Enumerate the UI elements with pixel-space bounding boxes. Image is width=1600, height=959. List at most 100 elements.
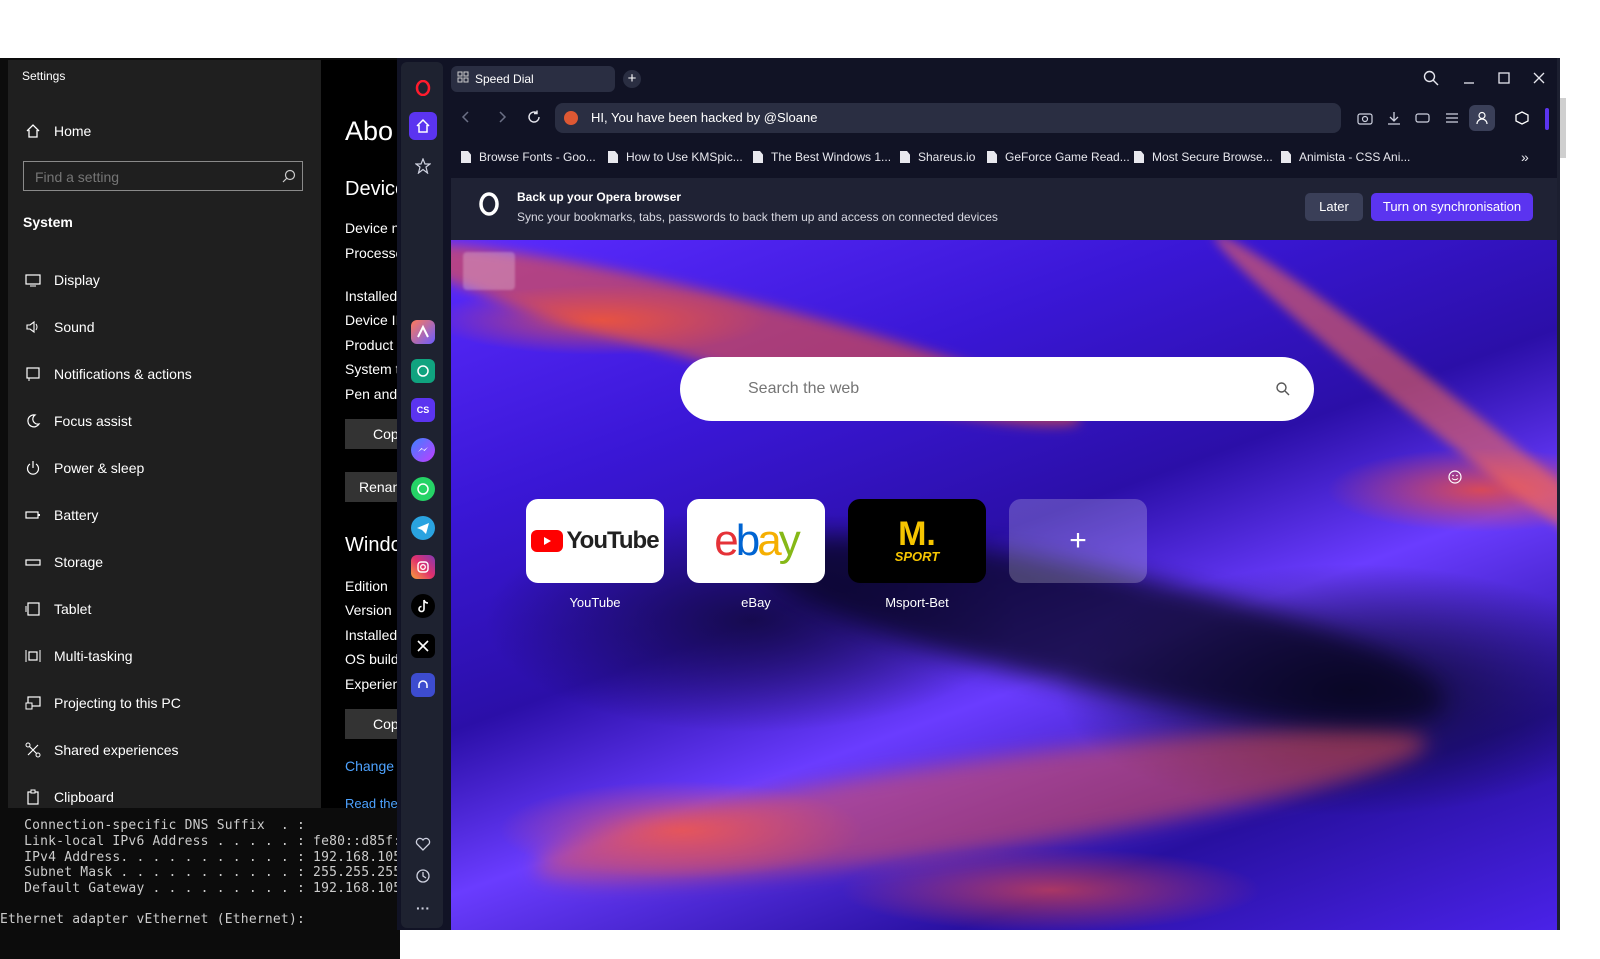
bookmark-item[interactable]: Animista - CSS Ani... (1281, 140, 1410, 174)
settings-item-tablet[interactable]: Tablet (24, 600, 91, 618)
sync-banner: Back up your Opera browser Sync your boo… (451, 178, 1557, 240)
add-site-button[interactable]: + (1009, 499, 1147, 583)
back-icon[interactable] (459, 110, 473, 129)
chatgpt-icon[interactable] (411, 359, 435, 383)
settings-item-display[interactable]: Display (24, 271, 100, 289)
settings-item-battery[interactable]: Battery (24, 506, 98, 524)
terminal-line: Subnet Mask . . . . . . . . . . . : 255.… (0, 865, 402, 880)
pinboard-icon[interactable] (411, 154, 435, 178)
duckduckgo-icon (564, 111, 578, 125)
read-link[interactable]: Read the (345, 796, 398, 808)
spec-label: Version (345, 602, 392, 618)
bookmark-item[interactable]: Most Secure Browse... (1134, 140, 1273, 174)
settings-item-label: Tablet (54, 601, 92, 617)
new-tab-button[interactable]: + (623, 70, 641, 88)
tab-strip: Speed Dial + (451, 58, 1560, 98)
maximize-icon[interactable] (1496, 70, 1512, 91)
search-web-input[interactable] (680, 357, 1240, 421)
scrollbar[interactable] (1560, 98, 1566, 158)
cs-icon[interactable]: CS (411, 398, 435, 422)
bookmark-item[interactable]: How to Use KMSpic... (608, 140, 743, 174)
music-icon[interactable] (411, 673, 435, 697)
settings-item-clipboard[interactable]: Clipboard (24, 788, 114, 806)
x-icon[interactable] (411, 634, 435, 658)
multitasking-icon (24, 647, 42, 665)
opera-logo-icon[interactable] (411, 76, 435, 100)
speed-dial-tile-msport[interactable]: M. SPORT (848, 499, 986, 583)
sync-text: Sync your bookmarks, tabs, passwords to … (517, 210, 998, 224)
minimize-icon[interactable] (1461, 70, 1477, 91)
more-icon[interactable]: ··· (411, 896, 435, 920)
bookmark-item[interactable]: Browse Fonts - Goo... (461, 140, 596, 174)
whatsapp-icon[interactable] (411, 477, 435, 501)
close-icon[interactable] (1531, 70, 1547, 91)
copy-button[interactable]: Cop (345, 419, 400, 449)
tab-speed-dial[interactable]: Speed Dial (451, 66, 615, 92)
address-field[interactable]: HI, You have been hacked by @Sloane (555, 103, 1341, 133)
settings-item-sound[interactable]: Sound (24, 318, 94, 336)
telegram-icon[interactable] (411, 516, 435, 540)
bookmark-item[interactable]: Shareus.io (900, 140, 975, 174)
bookmark-label: The Best Windows 1... (771, 150, 892, 164)
easy-setup-icon[interactable] (1445, 111, 1459, 130)
search-icon[interactable] (1276, 382, 1290, 401)
settings-item-storage[interactable]: Storage (24, 553, 103, 571)
copy-button[interactable]: Cop (345, 709, 400, 739)
settings-item-notifications[interactable]: Notifications & actions (24, 365, 192, 383)
tiktok-icon[interactable] (411, 594, 435, 618)
battery-saver-icon[interactable] (1415, 111, 1431, 130)
settings-item-multitasking[interactable]: Multi-tasking (24, 647, 133, 665)
speed-dial-tile-ebay[interactable]: ebay (687, 499, 825, 583)
smiley-icon[interactable] (1448, 470, 1462, 489)
extensions-icon[interactable] (1515, 111, 1529, 130)
youtube-logo: YouTube (531, 527, 660, 555)
address-text[interactable]: HI, You have been hacked by @Sloane (591, 110, 817, 125)
download-icon[interactable] (1387, 111, 1401, 130)
settings-search[interactable] (23, 161, 303, 192)
spec-label: Installed (345, 627, 398, 643)
bookmark-item[interactable]: GeForce Game Read... (987, 140, 1130, 174)
youtube-logo-text: YouTube (566, 527, 659, 554)
search-icon[interactable] (282, 169, 296, 188)
settings-item-projecting[interactable]: Projecting to this PC (24, 694, 181, 712)
aria-icon[interactable] (411, 320, 435, 344)
instagram-icon[interactable] (411, 555, 435, 579)
desktop-right-strip (1560, 58, 1600, 930)
settings-item-label: Notifications & actions (54, 366, 192, 382)
later-button[interactable]: Later (1305, 193, 1363, 221)
settings-item-focus-assist[interactable]: Focus assist (24, 412, 132, 430)
device-heading: Device (345, 178, 400, 200)
speed-dial-page: YouTube YouTube ebay eBay M. SPORT Mspor… (451, 240, 1557, 930)
settings-item-shared-experiences[interactable]: Shared experiences (24, 741, 179, 759)
settings-home[interactable]: Home (24, 122, 91, 140)
messenger-icon[interactable] (411, 438, 435, 462)
bookmark-icon (753, 151, 763, 163)
search-box[interactable] (680, 357, 1314, 421)
bookmark-icon (900, 151, 910, 163)
settings-section-title: System (23, 214, 73, 230)
bookmark-icon (987, 151, 997, 163)
bookmark-icon (1134, 151, 1144, 163)
change-link[interactable]: Change (345, 758, 394, 774)
turn-on-sync-button[interactable]: Turn on synchronisation (1371, 193, 1533, 221)
notifications-icon (24, 365, 42, 383)
speed-dial-tile-youtube[interactable]: YouTube (526, 499, 664, 583)
camera-icon[interactable] (1357, 111, 1373, 130)
forward-icon[interactable] (495, 110, 509, 129)
search-tabs-icon[interactable] (1423, 70, 1439, 91)
bookmarks-overflow-icon[interactable]: » (1521, 140, 1529, 174)
terminal-line: Link-local IPv6 Address . . . . . : fe80… (0, 834, 410, 849)
tablet-icon (24, 600, 42, 618)
settings-item-power[interactable]: Power & sleep (24, 459, 144, 477)
heart-icon[interactable] (411, 832, 435, 856)
tab-title: Speed Dial (475, 72, 534, 86)
profile-button[interactable] (1469, 105, 1495, 131)
terminal-line: Default Gateway . . . . . . . . . : 192.… (0, 881, 402, 896)
speed-dial-home-icon[interactable] (409, 112, 437, 140)
bookmark-item[interactable]: The Best Windows 1... (753, 140, 891, 174)
settings-search-input[interactable] (24, 162, 287, 192)
reload-icon[interactable] (527, 110, 541, 129)
rename-button[interactable]: Renan (345, 472, 400, 502)
history-icon[interactable] (411, 864, 435, 888)
tile-label: YouTube (569, 595, 621, 610)
